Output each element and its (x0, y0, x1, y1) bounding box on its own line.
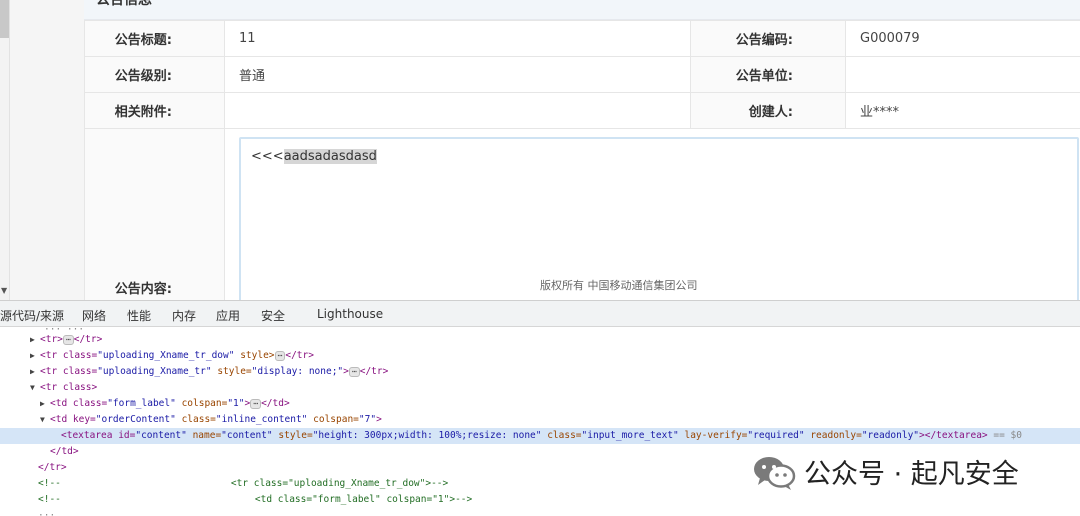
attachment-value[interactable] (224, 92, 691, 129)
tab-lighthouse[interactable]: Lighthouse (317, 307, 383, 321)
code-value: G000079 (845, 20, 1080, 57)
collapsed-ellipsis-icon[interactable]: ⋯ (62, 334, 74, 345)
content-selected-text[interactable]: aadsadasdasd (283, 149, 377, 164)
attachment-label: 相关附件: (84, 92, 225, 129)
expand-triangle-icon[interactable]: ▶ (40, 396, 50, 412)
announcement-info-table: 公告标题: 11 公告编码: G000079 公告级别: 普通 公告单位: 相关… (84, 20, 1080, 300)
dom-line-partial: ··· (38, 510, 56, 516)
unit-value (845, 56, 1080, 93)
content-prefix: <<< (251, 149, 284, 164)
section-title: 公告信息 (96, 0, 152, 8)
dom-line[interactable]: ▶ <tr> ⋯ </tr> (0, 332, 1080, 348)
dom-line[interactable]: ▶ <tr class="uploading_Xname_tr" style="d… (0, 364, 1080, 380)
table-row: 公告内容: <<<aadsadasdasd (84, 128, 1080, 300)
dom-comment-line[interactable]: <!-- <td class="form_label" colspan="1">-… (0, 492, 1080, 508)
page-viewport: ▼ 公告信息 公告标题: 11 公告编码: G000079 公告级别: 普通 公… (0, 0, 1080, 300)
section-header: 公告信息 (84, 0, 1080, 20)
content-cell: <<<aadsadasdasd (224, 128, 1080, 300)
collapsed-ellipsis-icon[interactable]: ⋯ (250, 398, 262, 409)
wechat-icon (754, 457, 796, 490)
dom-line[interactable]: ▼ <tr class> (0, 380, 1080, 396)
expand-triangle-icon[interactable]: ▶ (30, 364, 40, 380)
watermark-text: 公众号 · 起凡安全 (804, 459, 1019, 490)
dom-line[interactable]: ▼ <td key="orderContent" class="inline_co… (0, 412, 1080, 428)
collapse-triangle-icon[interactable]: ▼ (40, 412, 50, 428)
tab-security[interactable]: 安全 (261, 307, 285, 324)
watermark: 公众号 · 起凡安全 (752, 450, 1052, 494)
collapsed-ellipsis-icon[interactable]: ⋯ (348, 366, 360, 377)
table-row: 公告标题: 11 公告编码: G000079 (84, 20, 1080, 57)
dom-line-selected[interactable]: <textarea id="content" name="content" st… (0, 428, 1080, 444)
level-label: 公告级别: (84, 56, 225, 93)
level-value: 普通 (224, 56, 691, 93)
content-textarea[interactable]: <<<aadsadasdasd (239, 137, 1079, 300)
collapse-triangle-icon[interactable]: ▼ (30, 380, 40, 396)
dom-line[interactable]: ▶ <tr class="uploading_Xname_tr_dow" styl… (0, 348, 1080, 364)
code-label: 公告编码: (690, 20, 846, 57)
scroll-down-arrow-icon[interactable]: ▼ (1, 286, 7, 295)
page-gutter (10, 0, 84, 300)
tab-network[interactable]: 网络 (82, 307, 106, 324)
unit-label: 公告单位: (690, 56, 846, 93)
dom-line[interactable]: ▶ <td class="form_label" colspan="1"> ⋯ </t… (0, 396, 1080, 412)
creator-value: 业**** (845, 92, 1080, 129)
creator-label: 创建人: (690, 92, 846, 129)
tab-performance[interactable]: 性能 (127, 307, 151, 324)
copyright-footer: 版权所有 中国移动通信集团公司 (540, 279, 698, 292)
tab-application[interactable]: 应用 (216, 307, 240, 324)
tab-memory[interactable]: 内存 (172, 307, 196, 324)
title-value: 11 (224, 20, 691, 57)
vertical-scrollbar[interactable]: ▼ (0, 0, 10, 300)
devtools-tab-bar: 源代码/来源 网络 性能 内存 应用 安全 Lighthouse (0, 300, 1080, 327)
tab-sources[interactable]: 源代码/来源 (0, 307, 64, 324)
collapsed-ellipsis-icon[interactable]: ⋯ (274, 350, 286, 361)
title-label: 公告标题: (84, 20, 225, 57)
content-label: 公告内容: (84, 128, 225, 300)
expand-triangle-icon[interactable]: ▶ (30, 348, 40, 364)
expand-triangle-icon[interactable]: ▶ (30, 332, 40, 348)
scrollbar-thumb[interactable] (0, 0, 9, 38)
table-row: 公告级别: 普通 公告单位: (84, 56, 1080, 93)
table-row: 相关附件: 创建人: 业**** (84, 92, 1080, 129)
